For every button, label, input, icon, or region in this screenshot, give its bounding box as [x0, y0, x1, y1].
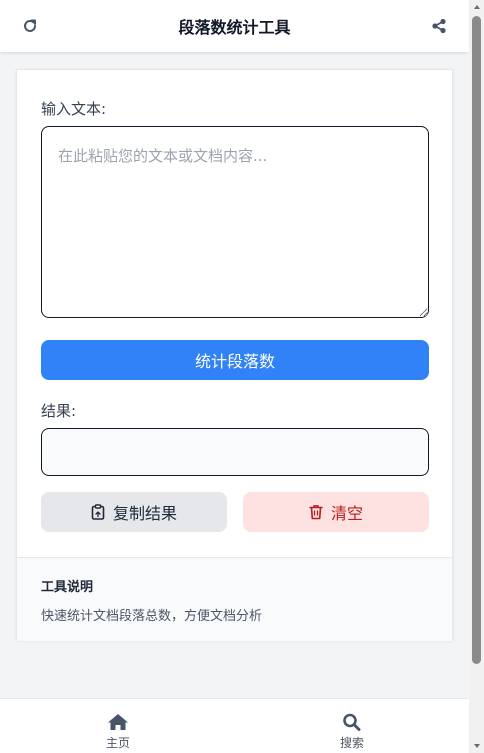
scrollbar-thumb[interactable]: [472, 16, 481, 664]
count-paragraphs-button[interactable]: 统计段落数: [41, 340, 429, 380]
refresh-button[interactable]: [18, 14, 42, 38]
text-input[interactable]: [41, 126, 429, 318]
result-output: [41, 428, 429, 476]
trash-icon: [309, 505, 323, 520]
clipboard-icon: [91, 504, 105, 520]
arrow-down-icon: [473, 744, 480, 748]
action-buttons: 复制结果 清空: [41, 492, 429, 532]
share-button[interactable]: [427, 14, 451, 38]
tool-card: 输入文本: 统计段落数 结果: 复制结果: [16, 69, 453, 641]
scroll-down-arrow[interactable]: [469, 739, 484, 753]
home-icon: [108, 714, 128, 730]
clear-button-label: 清空: [330, 504, 363, 523]
header-bar: 段落数统计工具: [0, 0, 469, 52]
tool-form: 输入文本: 统计段落数 结果: 复制结果: [17, 70, 452, 557]
clear-button[interactable]: 清空: [243, 492, 429, 532]
description-text: 快速统计文档段落总数，方便文档分析: [41, 609, 263, 624]
refresh-icon: [24, 19, 36, 32]
page-title: 段落数统计工具: [178, 18, 291, 37]
search-icon: [343, 713, 361, 731]
bottom-nav: 主页 搜索: [0, 698, 469, 753]
nav-search[interactable]: 搜索: [322, 713, 382, 751]
scroll-up-arrow[interactable]: [469, 0, 484, 14]
arrow-up-icon: [473, 5, 480, 9]
tool-description: 工具说明 快速统计文档段落总数，方便文档分析: [17, 557, 452, 641]
share-icon: [432, 18, 446, 34]
nav-search-label: 搜索: [339, 736, 364, 750]
scrollbar[interactable]: [469, 0, 484, 753]
copy-button-label: 复制结果: [112, 504, 177, 523]
input-label: 输入文本:: [41, 100, 107, 118]
nav-home[interactable]: 主页: [88, 713, 148, 751]
app-root: 段落数统计工具 输入文本: 统计段落数 结果:: [0, 0, 469, 753]
copy-result-button[interactable]: 复制结果: [41, 492, 227, 532]
result-label: 结果:: [41, 402, 77, 420]
nav-home-label: 主页: [105, 736, 130, 750]
description-title: 工具说明: [41, 580, 94, 595]
